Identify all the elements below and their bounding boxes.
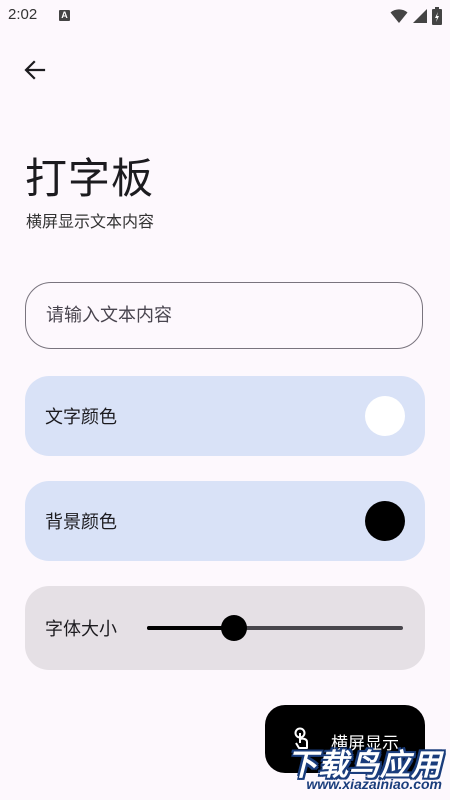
arrow-left-icon bbox=[24, 60, 46, 80]
slider-thumb[interactable] bbox=[221, 615, 248, 641]
touch-icon bbox=[294, 727, 308, 749]
page-subtitle: 横屏显示文本内容 bbox=[26, 212, 155, 231]
text-color-swatch[interactable] bbox=[365, 396, 405, 436]
back-button[interactable] bbox=[20, 55, 50, 85]
font-size-label: 字体大小 bbox=[45, 619, 117, 640]
background-color-swatch[interactable] bbox=[365, 501, 405, 541]
signal-icon bbox=[413, 9, 427, 23]
wifi-icon bbox=[390, 9, 408, 23]
font-size-slider[interactable] bbox=[147, 615, 403, 641]
status-time: 2:02 bbox=[8, 6, 38, 23]
landscape-display-label: 横屏显示 bbox=[331, 734, 399, 754]
battery-icon bbox=[432, 7, 442, 25]
text-color-label: 文字颜色 bbox=[45, 407, 117, 428]
background-color-label: 背景颜色 bbox=[45, 512, 117, 533]
status-icons bbox=[390, 7, 442, 25]
background-color-card[interactable]: 背景颜色 bbox=[25, 481, 425, 561]
text-content-input[interactable] bbox=[25, 282, 423, 349]
font-size-card: 字体大小 bbox=[25, 586, 425, 670]
a-badge-icon: A bbox=[59, 10, 70, 21]
watermark-url: www.xiazainiao.com bbox=[306, 776, 442, 792]
text-color-card[interactable]: 文字颜色 bbox=[25, 376, 425, 456]
landscape-display-button[interactable]: 横屏显示 bbox=[265, 705, 425, 773]
page-title: 打字板 bbox=[25, 154, 155, 203]
status-bar: 2:02 A bbox=[0, 0, 450, 32]
